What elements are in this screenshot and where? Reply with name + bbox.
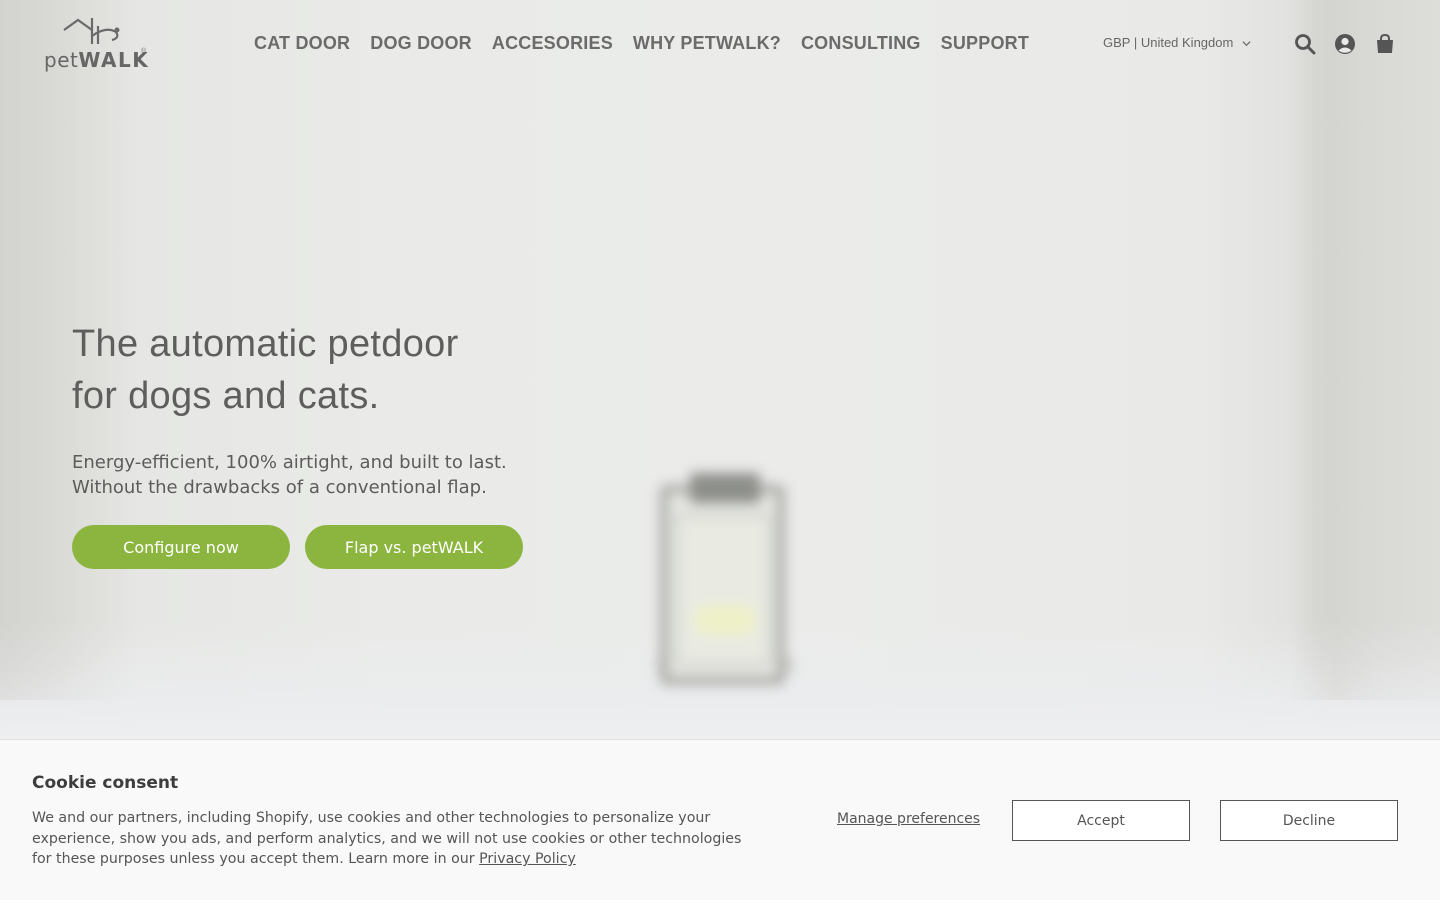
nav-item-cat-door[interactable]: CAT DOOR: [244, 30, 360, 56]
hero-title: The automatic petdoor for dogs and cats.: [72, 318, 592, 422]
nav-item-accessories[interactable]: ACCESORIES: [482, 30, 623, 56]
hero-subtitle-line-2: Without the drawbacks of a conventional …: [72, 477, 487, 498]
site-header: petWALK ® CAT DOOR DOG DOOR ACCESORIES W…: [0, 0, 1440, 88]
hero-subtitle-line-1: Energy-efficient, 100% airtight, and bui…: [72, 452, 507, 473]
nav-item-consulting[interactable]: CONSULTING: [791, 30, 931, 56]
nav-item-support[interactable]: SUPPORT: [931, 30, 1039, 56]
decline-button[interactable]: Decline: [1220, 800, 1398, 841]
configure-now-button[interactable]: Configure now: [72, 525, 290, 569]
petwalk-logo-icon: [63, 18, 120, 44]
hero-wall-right: [1290, 0, 1440, 700]
accept-button[interactable]: Accept: [1012, 800, 1190, 841]
currency-country-selector[interactable]: GBP | United Kingdom: [1103, 34, 1251, 52]
privacy-policy-link[interactable]: Privacy Policy: [479, 851, 576, 867]
nav-item-dog-door[interactable]: DOG DOOR: [360, 30, 482, 56]
hero-subtitle: Energy-efficient, 100% airtight, and bui…: [72, 450, 592, 500]
pet-door-image: [650, 455, 800, 685]
cookie-title: Cookie consent: [32, 773, 179, 793]
cookie-description: We and our partners, including Shopify, …: [32, 810, 742, 867]
flap-vs-petwalk-button[interactable]: Flap vs. petWALK: [305, 525, 523, 569]
main-nav: CAT DOOR DOG DOOR ACCESORIES WHY PETWALK…: [244, 30, 1039, 56]
petwalk-logo[interactable]: petWALK ®: [44, 16, 148, 74]
cart-icon[interactable]: [1374, 33, 1396, 55]
hero-title-line-2: for dogs and cats.: [72, 375, 380, 417]
search-icon[interactable]: [1294, 33, 1316, 55]
nav-item-why-petwalk[interactable]: WHY PETWALK?: [623, 30, 791, 56]
account-icon[interactable]: [1334, 33, 1356, 55]
hero-title-line-1: The automatic petdoor: [72, 323, 459, 365]
chevron-down-icon: [1242, 40, 1251, 46]
locale-label: GBP | United Kingdom: [1103, 35, 1234, 50]
cookie-consent-banner: Cookie consent We and our partners, incl…: [0, 739, 1440, 900]
manage-preferences-link[interactable]: Manage preferences: [837, 811, 980, 827]
